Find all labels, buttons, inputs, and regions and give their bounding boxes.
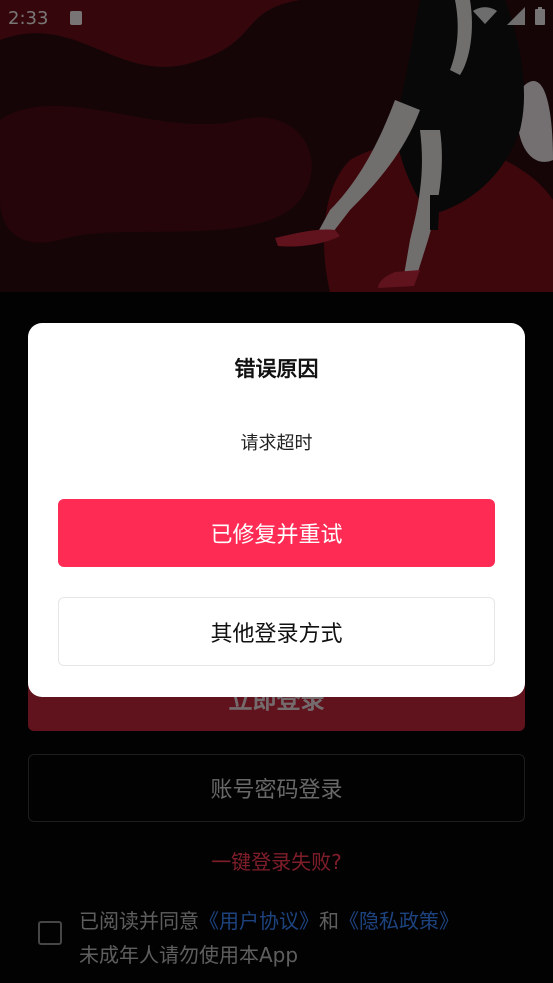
retry-button[interactable]: 已修复并重试 bbox=[58, 499, 495, 567]
error-dialog: 错误原因 请求超时 已修复并重试 其他登录方式 bbox=[28, 323, 525, 697]
dialog-message: 请求超时 bbox=[240, 433, 313, 454]
dialog-title: 错误原因 bbox=[234, 357, 319, 381]
other-login-method-button[interactable]: 其他登录方式 bbox=[58, 597, 495, 666]
